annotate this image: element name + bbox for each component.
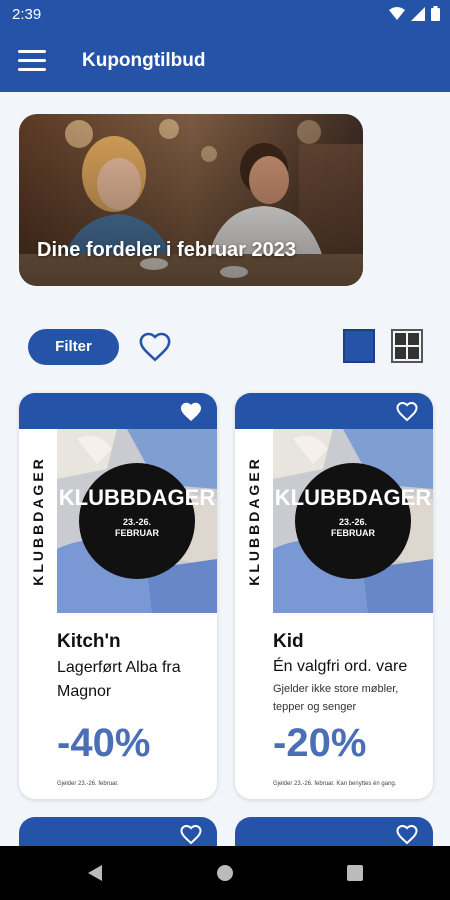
badge-ring-text: KLUBBDAGER: [59, 485, 216, 510]
card-offer-subtitle: Gjelder ikke store møbler, tepper og sen…: [273, 683, 399, 713]
home-icon[interactable]: [216, 864, 234, 882]
card-fine-print: Gjelder 23.-26. februar. Kan benyttes én…: [273, 781, 397, 787]
battery-icon: [431, 6, 440, 21]
card-discount: -20%: [273, 721, 367, 765]
hero-title: Dine fordeler i februar 2023: [37, 239, 296, 261]
coupon-card[interactable]: KLUBBDAGER KLUBBDAGER 23.-26. FEBRUAR Ki…: [235, 393, 433, 799]
card-store-name: Kid: [273, 631, 304, 652]
card-image: KLUBBDAGER 23.-26. FEBRUAR: [273, 429, 433, 613]
page-title: Kupongtilbud: [82, 50, 206, 71]
badge-date: 23.-26.: [123, 517, 151, 527]
card-discount: -40%: [57, 721, 151, 765]
single-view-icon[interactable]: [343, 329, 375, 363]
heart-outline-icon[interactable]: [179, 823, 203, 845]
status-icons: [389, 6, 440, 21]
card-side-label: KLUBBDAGER: [30, 456, 46, 586]
system-nav-bar: [0, 846, 450, 900]
badge-month: FEBRUAR: [331, 528, 375, 538]
badge-ring-text: KLUBBDAGER: [275, 485, 432, 510]
filter-button[interactable]: Filter: [28, 329, 119, 365]
grid-view-icon[interactable]: [391, 329, 423, 363]
heart-outline-icon[interactable]: [395, 823, 419, 845]
recents-icon[interactable]: [346, 864, 364, 882]
card-side-strip: KLUBBDAGER: [19, 429, 57, 613]
card-fine-print: Gjelder 23.-26. februar.: [57, 781, 119, 787]
heart-filled-icon[interactable]: [179, 400, 203, 422]
hero-banner[interactable]: Dine fordeler i februar 2023: [19, 114, 363, 286]
status-time: 2:39: [12, 6, 42, 23]
status-bar: 2:39: [0, 0, 450, 30]
card-side-strip: KLUBBDAGER: [235, 429, 273, 613]
wifi-icon: [389, 6, 405, 20]
back-icon[interactable]: [86, 864, 104, 882]
app-bar: Kupongtilbud: [0, 30, 450, 92]
card-offer-title: Lagerført Alba fra Magnor: [57, 659, 181, 700]
badge-month: FEBRUAR: [115, 528, 159, 538]
badge-date: 23.-26.: [339, 517, 367, 527]
card-store-name: Kitch'n: [57, 631, 121, 652]
coupon-card[interactable]: KLUBBDAGER KLUBBDAGER 23.-26. FEBRUAR Ki…: [19, 393, 217, 799]
menu-icon[interactable]: [18, 50, 46, 72]
signal-icon: [411, 6, 425, 21]
heart-outline-icon[interactable]: [395, 400, 419, 422]
card-offer-title: Én valgfri ord. vare: [273, 658, 408, 675]
heart-outline-icon[interactable]: [138, 330, 172, 364]
card-side-label: KLUBBDAGER: [246, 456, 262, 586]
card-image: KLUBBDAGER 23.-26. FEBRUAR: [57, 429, 217, 613]
